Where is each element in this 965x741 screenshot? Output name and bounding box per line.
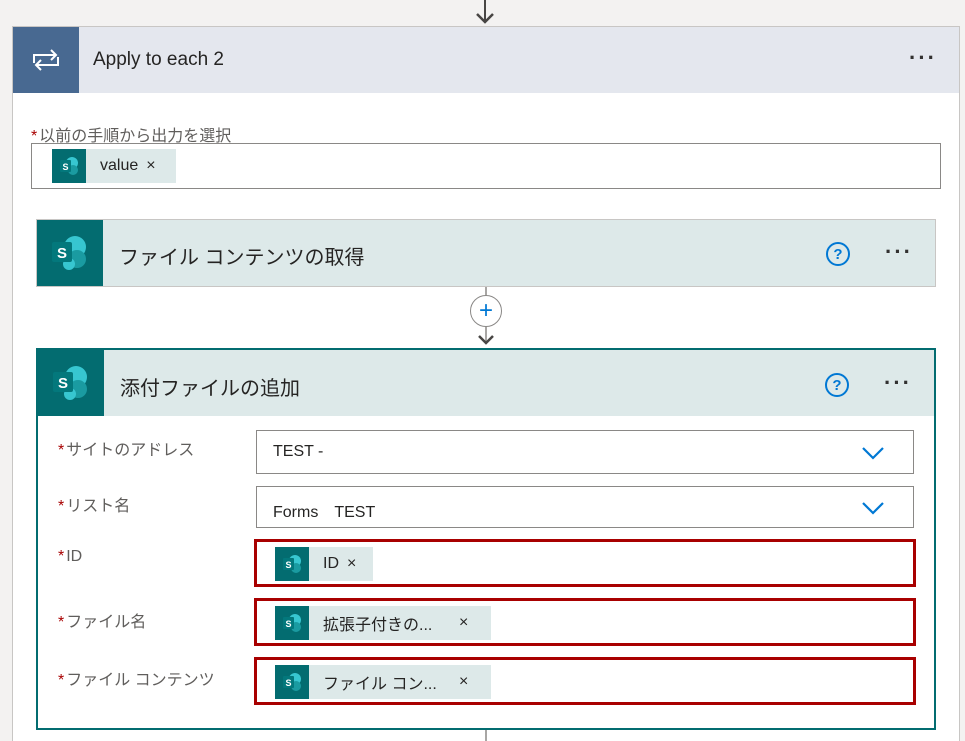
card-title: 添付ファイルの追加 <box>120 378 300 400</box>
svg-text:S: S <box>285 619 291 629</box>
more-options-icon[interactable]: ··· <box>885 241 913 263</box>
add-attachment-card: S 添付ファイルの追加 ? ··· * サイトのアドレス TEST - * リスト名… <box>36 348 936 730</box>
site-address-label-text: サイトのアドレス <box>66 442 195 459</box>
id-label: * ID <box>58 548 82 566</box>
file-name-label-text: ファイル名 <box>66 614 147 631</box>
help-icon[interactable]: ? <box>826 242 850 266</box>
list-name-label-text: リスト名 <box>66 498 131 515</box>
plus-icon: + <box>478 297 493 324</box>
sharepoint-icon: S <box>275 665 309 699</box>
sharepoint-icon: S <box>38 350 104 416</box>
chevron-down-icon <box>862 447 884 460</box>
add-attachment-header[interactable]: S 添付ファイルの追加 ? ··· <box>38 350 934 416</box>
apply-to-each-title: Apply to each 2 <box>93 49 224 70</box>
sharepoint-icon: S <box>275 606 309 640</box>
id-token-label: ID <box>323 555 339 572</box>
remove-token-icon[interactable]: × <box>347 555 364 573</box>
file-content-label-text: ファイル コンテンツ <box>66 672 215 689</box>
required-mark: * <box>58 442 65 459</box>
file-name-token[interactable]: S 拡張子付きの... × <box>275 606 491 640</box>
id-input[interactable]: S ID × <box>254 539 916 587</box>
more-options-icon[interactable]: ··· <box>884 372 912 394</box>
get-file-content-card[interactable]: S ファイル コンテンツの取得 ? ··· <box>36 219 936 287</box>
required-mark: * <box>58 614 65 631</box>
list-name-label: * リスト名 <box>58 492 130 516</box>
svg-text:S: S <box>285 560 291 570</box>
loop-icon <box>13 27 79 93</box>
list-name-value: Forms TEST <box>273 504 376 521</box>
id-token[interactable]: S ID × <box>275 547 373 581</box>
remove-token-icon[interactable]: × <box>459 614 476 632</box>
add-step-button[interactable]: + <box>470 295 502 327</box>
file-name-label: * ファイル名 <box>58 608 146 632</box>
site-address-value: TEST - <box>273 443 324 460</box>
id-label-text: ID <box>66 548 83 565</box>
file-name-input[interactable]: S 拡張子付きの... × <box>254 598 916 646</box>
file-content-token-label: ファイル コン... <box>323 676 437 693</box>
value-token-label: value <box>100 157 139 174</box>
list-name-dropdown[interactable]: Forms TEST <box>256 486 914 528</box>
value-token[interactable]: S value × <box>52 149 176 183</box>
sharepoint-icon: S <box>275 547 309 581</box>
file-content-label: * ファイル コンテンツ <box>58 666 215 690</box>
site-address-label: * サイトのアドレス <box>58 436 194 460</box>
sharepoint-icon: S <box>52 149 86 183</box>
flow-arrow-icon <box>476 0 494 24</box>
svg-text:S: S <box>57 245 67 262</box>
remove-token-icon[interactable]: × <box>146 157 163 175</box>
chevron-down-icon <box>862 502 884 515</box>
svg-text:S: S <box>58 375 68 392</box>
sharepoint-icon: S <box>37 220 103 286</box>
file-content-input[interactable]: S ファイル コン... × <box>254 657 916 705</box>
svg-text:S: S <box>285 678 291 688</box>
card-title: ファイル コンテンツの取得 <box>119 247 365 269</box>
required-mark: * <box>58 548 65 565</box>
remove-token-icon[interactable]: × <box>459 673 476 691</box>
apply-to-each-header[interactable]: Apply to each 2 ··· <box>13 27 959 93</box>
flow-connector <box>485 730 487 741</box>
file-name-token-label: 拡張子付きの... <box>323 617 433 634</box>
previous-output-input[interactable]: S value × <box>31 143 941 189</box>
required-mark: * <box>58 672 65 689</box>
site-address-dropdown[interactable]: TEST - <box>256 430 914 474</box>
help-icon[interactable]: ? <box>825 373 849 397</box>
required-mark: * <box>58 498 65 515</box>
more-options-icon[interactable]: ··· <box>909 47 937 69</box>
apply-to-each-container: Apply to each 2 ··· * 以前の手順から出力を選択 S valu… <box>12 26 960 741</box>
file-content-token[interactable]: S ファイル コン... × <box>275 665 491 699</box>
svg-text:S: S <box>62 162 68 172</box>
